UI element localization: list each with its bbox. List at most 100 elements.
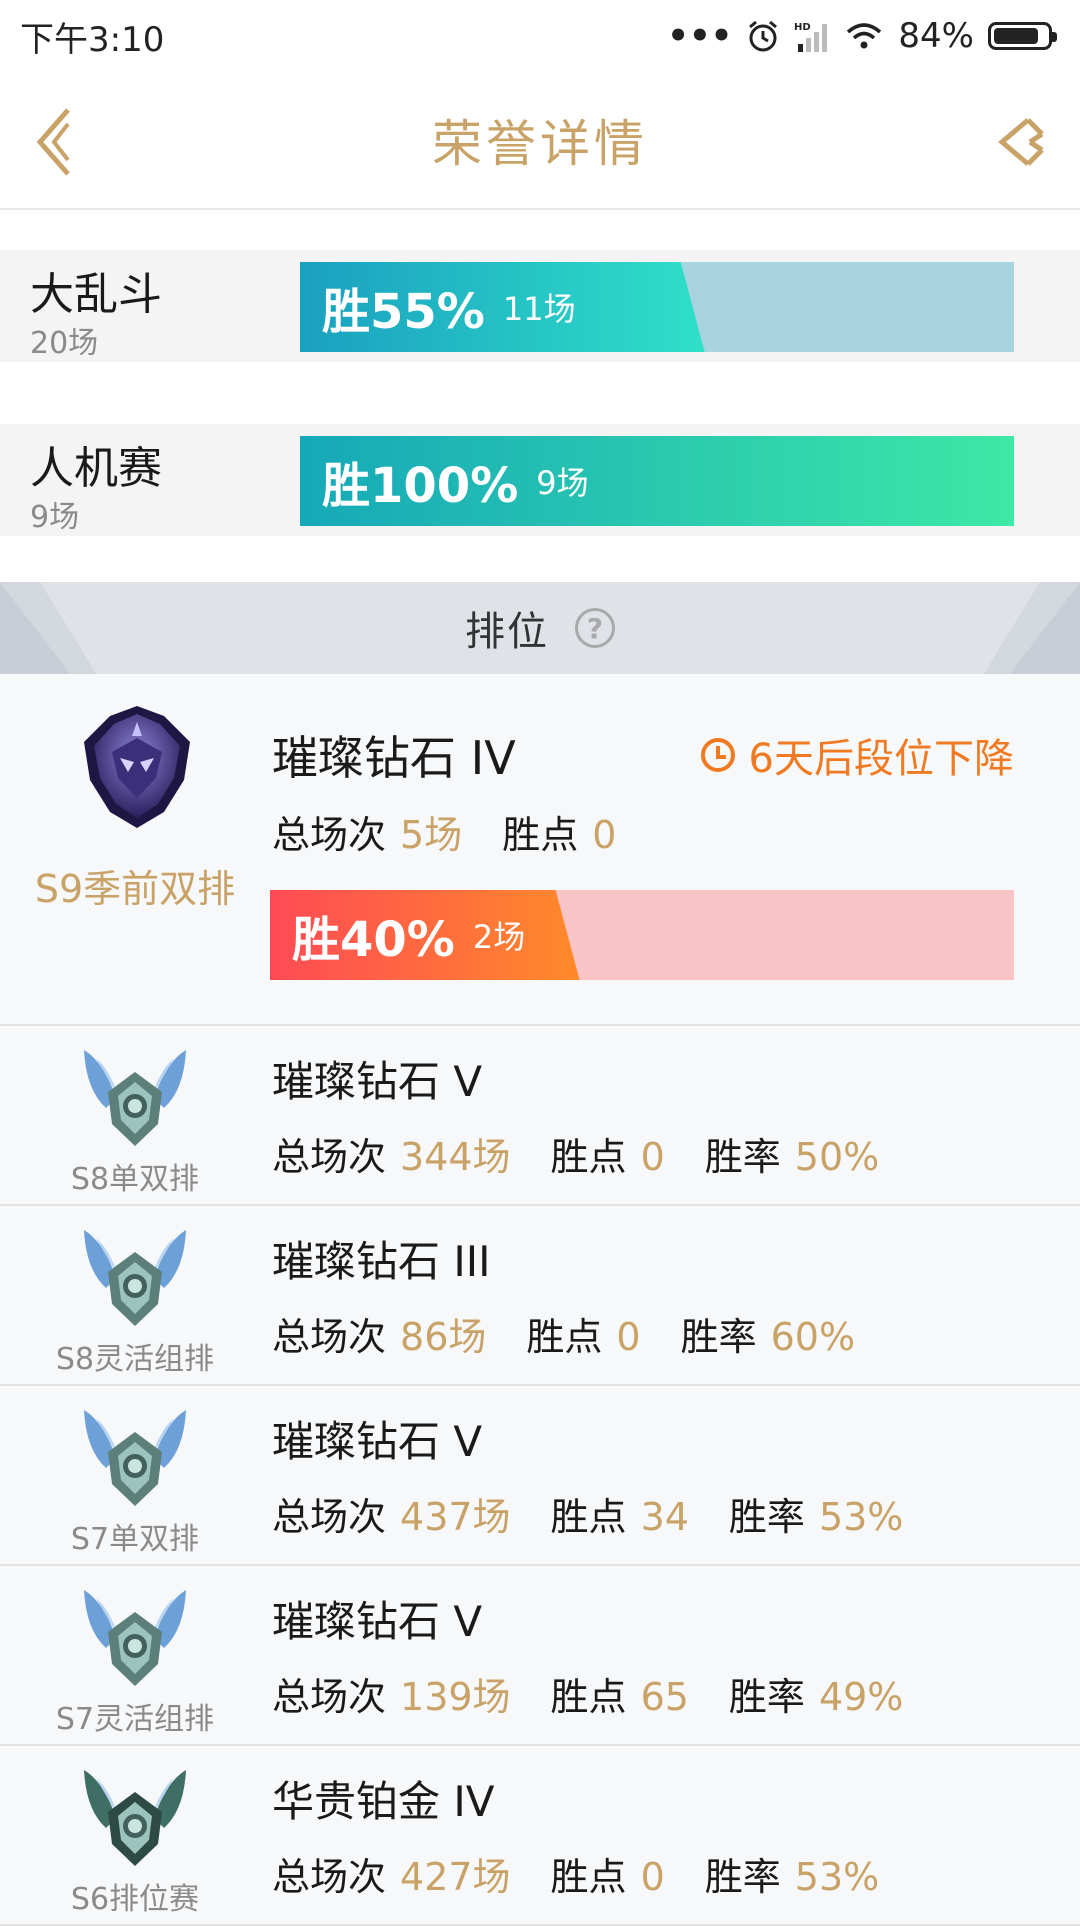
diamond-emblem-icon [84, 1410, 186, 1506]
svg-text:HD: HD [794, 22, 811, 33]
demote-warning: 6天后段位下降 [700, 726, 1014, 784]
tier-label: 璀璨钻石 V [272, 1057, 483, 1106]
win-rate-text: 胜40% [292, 912, 455, 968]
tier-label: 璀璨钻石 IV [272, 731, 516, 785]
total-value: 344场 [400, 1135, 511, 1179]
wifi-icon [847, 23, 882, 49]
season-label: S8灵活组排 [55, 1342, 215, 1377]
rate-label: 胜率 [728, 1675, 805, 1719]
back-arrow-icon[interactable] [30, 104, 90, 180]
season-label: S7灵活组排 [55, 1702, 215, 1737]
rank-stats: 总场次 139场 胜点 65 胜率 49% [272, 1666, 943, 1721]
points-value: 0 [616, 1315, 641, 1359]
tier-label: 璀璨钻石 V [272, 1417, 483, 1466]
share-icon[interactable] [990, 112, 1050, 172]
tier-label: 华贵铂金 IV [272, 1777, 495, 1826]
header-decor-left [0, 582, 96, 674]
win-games-text: 9场 [536, 464, 589, 502]
season-label: S9季前双排 [34, 867, 236, 911]
clock-icon [700, 738, 735, 772]
rate-label: 胜率 [728, 1495, 805, 1539]
signal-icon: HD [794, 22, 828, 52]
total-label: 总场次 [272, 1855, 387, 1899]
total-label: 总场次 [272, 1315, 387, 1359]
history-row[interactable]: S8单双排 璀璨钻石 V 总场次 344场 胜点 0 胜率 50% [0, 1026, 1080, 1206]
history-row[interactable]: S6排位赛 华贵铂金 IV 总场次 427场 胜点 0 胜率 53% [0, 1746, 1080, 1926]
diamond-emblem-icon [84, 1050, 186, 1146]
rate-label: 胜率 [704, 1135, 781, 1179]
rate-value: 49% [818, 1675, 904, 1719]
history-row[interactable]: S7单双排 璀璨钻石 V 总场次 437场 胜点 34 胜率 53% [0, 1386, 1080, 1566]
total-label: 总场次 [272, 1675, 387, 1719]
rank-stats: 总场次 5场 胜点 0 [272, 804, 656, 859]
win-rate-text: 胜55% [322, 284, 485, 340]
season-label: S7单双排 [70, 1522, 200, 1557]
nav-bar: 荣誉详情 [0, 72, 1080, 210]
tier-label: 璀璨钻石 V [272, 1597, 483, 1646]
points-value: 0 [640, 1855, 665, 1899]
rank-stats: 总场次 437场 胜点 34 胜率 53% [272, 1486, 943, 1541]
total-label: 总场次 [272, 813, 387, 857]
points-label: 胜点 [550, 1855, 627, 1899]
rate-label: 胜率 [680, 1315, 757, 1359]
points-value: 65 [640, 1675, 689, 1719]
win-rate-text: 胜100% [322, 458, 519, 514]
win-rate-bar: 胜40% 2场 [270, 890, 1014, 980]
rank-stats: 总场次 427场 胜点 0 胜率 53% [272, 1846, 919, 1901]
tier-label: 璀璨钻石 III [272, 1237, 491, 1286]
rate-value: 60% [770, 1315, 856, 1359]
mode-name: 大乱斗 [30, 269, 162, 320]
rate-value: 53% [794, 1855, 880, 1899]
mode-count: 9场 [30, 500, 80, 535]
header-decor-right [984, 582, 1080, 674]
page-title: 荣誉详情 [432, 115, 648, 173]
diamond-emblem-icon [84, 1590, 186, 1686]
win-games-text: 11场 [502, 290, 576, 328]
rate-value: 50% [794, 1135, 880, 1179]
points-value: 0 [592, 813, 617, 857]
status-time: 下午3:10 [20, 19, 165, 60]
battery-icon [988, 22, 1057, 50]
history-row[interactable]: S7灵活组排 璀璨钻石 V 总场次 139场 胜点 65 胜率 49% [0, 1566, 1080, 1746]
mode-row-bot[interactable]: 人机赛 9场 胜100% 9场 [0, 424, 1080, 536]
status-bar: 下午3:10 ••• HD 84% [0, 0, 1080, 72]
points-label: 胜点 [502, 813, 579, 857]
total-value: 5场 [400, 813, 463, 857]
total-label: 总场次 [272, 1135, 387, 1179]
platinum-emblem-icon [84, 1770, 186, 1866]
demote-text: 6天后段位下降 [748, 736, 1014, 782]
rate-value: 53% [818, 1495, 904, 1539]
points-label: 胜点 [550, 1675, 627, 1719]
total-value: 437场 [400, 1495, 511, 1539]
mode-row-brawl[interactable]: 大乱斗 20场 胜55% 11场 [0, 250, 1080, 362]
points-label: 胜点 [526, 1315, 603, 1359]
season-label: S8单双排 [70, 1162, 200, 1197]
help-icon[interactable]: ? [575, 608, 615, 648]
win-rate-bar: 胜55% 11场 [300, 262, 1014, 352]
status-icons: ••• HD 84% [667, 16, 1057, 56]
master-emblem-icon [84, 706, 190, 828]
more-dots-icon: ••• [667, 16, 733, 56]
win-rate-bar: 胜100% 9场 [300, 436, 1014, 526]
total-label: 总场次 [272, 1495, 387, 1539]
ranked-title: 排位 [465, 609, 549, 655]
alarm-icon [749, 20, 778, 52]
ranked-section-header: 排位 ? [0, 582, 1080, 674]
battery-percent: 84% [898, 16, 974, 56]
points-label: 胜点 [550, 1495, 627, 1539]
rank-stats: 总场次 86场 胜点 0 胜率 60% [272, 1306, 895, 1361]
total-value: 86场 [400, 1315, 487, 1359]
win-games-text: 2场 [472, 918, 526, 956]
total-value: 139场 [400, 1675, 511, 1719]
current-rank-card[interactable]: S9季前双排 璀璨钻石 IV 6天后段位下降 总场次 5场 胜点 0 胜40% 2场 [0, 674, 1080, 1026]
total-value: 427场 [400, 1855, 511, 1899]
mode-name: 人机赛 [30, 443, 162, 494]
rate-label: 胜率 [704, 1855, 781, 1899]
diamond-emblem-icon [84, 1230, 186, 1326]
mode-count: 20场 [30, 326, 99, 361]
points-value: 0 [640, 1135, 665, 1179]
points-value: 34 [640, 1495, 689, 1539]
points-label: 胜点 [550, 1135, 627, 1179]
season-label: S6排位赛 [70, 1882, 200, 1917]
history-row[interactable]: S8灵活组排 璀璨钻石 III 总场次 86场 胜点 0 胜率 60% [0, 1206, 1080, 1386]
